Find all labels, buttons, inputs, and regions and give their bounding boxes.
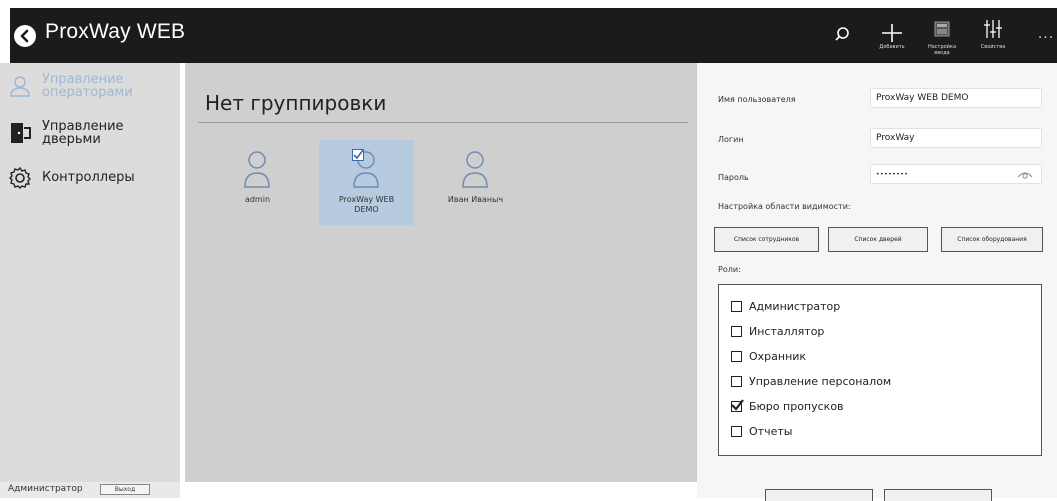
user-properties-panel: Имя пользователя ProxWay WEB DEMO Логин … <box>697 63 1057 501</box>
input-settings-button[interactable]: Настройка ввода <box>924 8 960 63</box>
gear-icon <box>9 166 31 189</box>
password-value: •••••••• <box>876 171 909 178</box>
user-icon <box>244 151 270 188</box>
user-name: Иван Иваныч <box>447 195 504 204</box>
password-field[interactable]: •••••••• <box>870 164 1042 184</box>
checkbox[interactable] <box>731 326 742 337</box>
user-tile-ivan[interactable]: Иван Иваныч <box>428 140 523 225</box>
add-label: Добавить <box>879 44 905 50</box>
back-logo-icon[interactable] <box>14 25 36 47</box>
eye-icon[interactable] <box>1017 169 1033 179</box>
employees-list-button[interactable]: Список сотрудников <box>714 227 819 252</box>
doors-list-button[interactable]: Список дверей <box>828 227 928 252</box>
checkmark-icon <box>352 149 364 161</box>
checkbox[interactable] <box>731 351 742 362</box>
top-bar: ProxWay WEB Добавить Настройка ввода Сво… <box>10 8 1057 63</box>
role-label: Администратор <box>749 300 841 313</box>
users-area: Нет группировки admin ProxWay WEB DEMO И… <box>185 63 697 482</box>
add-button[interactable]: Добавить <box>875 8 909 63</box>
sidebar-item-operators[interactable]: Управление операторами <box>8 73 178 103</box>
sliders-icon <box>984 20 1002 38</box>
equipment-list-button[interactable]: Список оборудования <box>941 227 1043 252</box>
plus-icon <box>882 24 902 42</box>
role-label: Охранник <box>749 350 807 363</box>
checkbox[interactable] <box>731 376 742 387</box>
roles-list: Администратор Инсталлятор Охранник Управ… <box>718 284 1042 456</box>
checkbox[interactable] <box>731 301 742 312</box>
group-title: Нет группировки <box>205 91 387 115</box>
user-tile-admin[interactable]: admin <box>210 140 305 225</box>
login-label: Логин <box>718 135 744 144</box>
logout-button[interactable]: Выход <box>100 484 150 495</box>
checkbox[interactable] <box>731 426 742 437</box>
sidebar-item-controllers[interactable]: Контроллеры <box>8 166 178 192</box>
operators-icon <box>10 76 30 97</box>
sidebar: Управление операторами Управление дверьм… <box>0 63 180 482</box>
door-icon <box>11 123 31 143</box>
cancel-button[interactable] <box>884 489 992 501</box>
app-title: ProxWay WEB <box>45 20 186 43</box>
role-label: Бюро пропусков <box>749 400 844 413</box>
login-field[interactable]: ProxWay <box>870 128 1042 148</box>
properties-label: Свойства <box>980 44 1006 50</box>
role-label: Отчеты <box>749 425 793 438</box>
role-label: Управление персоналом <box>749 375 892 388</box>
properties-button[interactable]: Свойства <box>973 8 1013 63</box>
user-icon <box>462 151 488 188</box>
sidebar-item-doors[interactable]: Управление дверьми <box>8 120 178 150</box>
checkmark-icon <box>731 399 744 411</box>
username-field[interactable]: ProxWay WEB DEMO <box>870 88 1042 108</box>
roles-label: Роли: <box>718 265 741 274</box>
save-button[interactable] <box>765 489 873 501</box>
sidebar-item-label: Управление дверьми <box>42 119 124 147</box>
password-label: Пароль <box>718 173 749 182</box>
app-window: ProxWay WEB Добавить Настройка ввода Сво… <box>0 0 1057 501</box>
user-tile-proxway[interactable]: ProxWay WEB DEMO <box>319 140 414 225</box>
status-bar: Администратор Выход <box>0 482 180 498</box>
current-role: Администратор <box>8 484 83 494</box>
sidebar-item-label: Управление операторами <box>42 72 133 100</box>
divider <box>198 122 688 123</box>
input-settings-label: Настройка ввода <box>927 44 957 56</box>
visibility-label: Настройка области видимости: <box>718 202 851 211</box>
user-name: admin <box>244 195 271 204</box>
search-icon[interactable] <box>828 8 856 63</box>
role-label: Инсталлятор <box>749 325 825 338</box>
user-name: ProxWay WEB DEMO <box>338 195 395 214</box>
username-label: Имя пользователя <box>718 95 796 104</box>
more-icon[interactable]: ... <box>1036 26 1056 46</box>
checkbox-checked[interactable] <box>731 399 744 412</box>
sidebar-item-label: Контроллеры <box>42 170 135 185</box>
